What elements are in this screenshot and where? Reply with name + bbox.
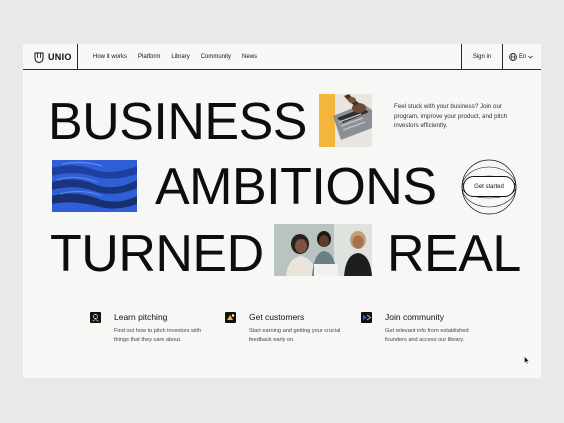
logo-text: UNIO xyxy=(48,52,72,62)
logo-shield-icon xyxy=(34,52,44,63)
feature-description: Start earning and getting your crucial f… xyxy=(249,328,341,344)
pitching-icon xyxy=(90,312,101,323)
hero-word-turned: TURNED xyxy=(50,225,264,283)
chevron-down-icon xyxy=(528,55,534,59)
nav-link-library[interactable]: Library xyxy=(171,54,189,60)
nav-links: How it works Platform Library Community … xyxy=(93,44,257,70)
customers-icon xyxy=(225,312,236,323)
top-navigation: UNIO How it works Platform Library Commu… xyxy=(23,44,541,70)
feature-description: Find out how to pitch investors with thi… xyxy=(114,328,202,344)
feature-title: Join community xyxy=(385,312,445,322)
logo[interactable]: UNIO xyxy=(23,44,78,70)
hero-word-ambitions: AMBITIONS xyxy=(155,158,437,216)
feature-title: Learn pitching xyxy=(114,312,168,322)
community-icon xyxy=(361,312,372,323)
hero-word-business: BUSINESS xyxy=(48,93,307,151)
nav-link-how-it-works[interactable]: How it works xyxy=(93,54,127,60)
hero-description: Feel stuck with your business? Join our … xyxy=(394,103,508,130)
hero-image-blue-abstract xyxy=(52,160,137,212)
cta-sphere: Get started xyxy=(460,158,518,216)
feature-title: Get customers xyxy=(249,312,305,322)
hero-word-real: REAL xyxy=(387,225,521,283)
language-selector[interactable]: En xyxy=(509,44,539,70)
landing-page: UNIO How it works Platform Library Commu… xyxy=(23,44,541,378)
mouse-pointer-icon xyxy=(524,356,530,364)
hero-image-team-photo xyxy=(274,224,372,276)
get-started-button[interactable]: Get started xyxy=(463,176,515,197)
nav-link-news[interactable]: News xyxy=(242,54,257,60)
nav-link-community[interactable]: Community xyxy=(201,54,231,60)
globe-icon xyxy=(509,53,517,61)
feature-description: Get relevant info from established found… xyxy=(385,328,469,344)
signin-button[interactable]: Sign in xyxy=(461,44,503,70)
hero-image-hand-laptop xyxy=(319,94,372,147)
nav-link-platform[interactable]: Platform xyxy=(138,54,160,60)
language-label: En xyxy=(519,54,527,60)
